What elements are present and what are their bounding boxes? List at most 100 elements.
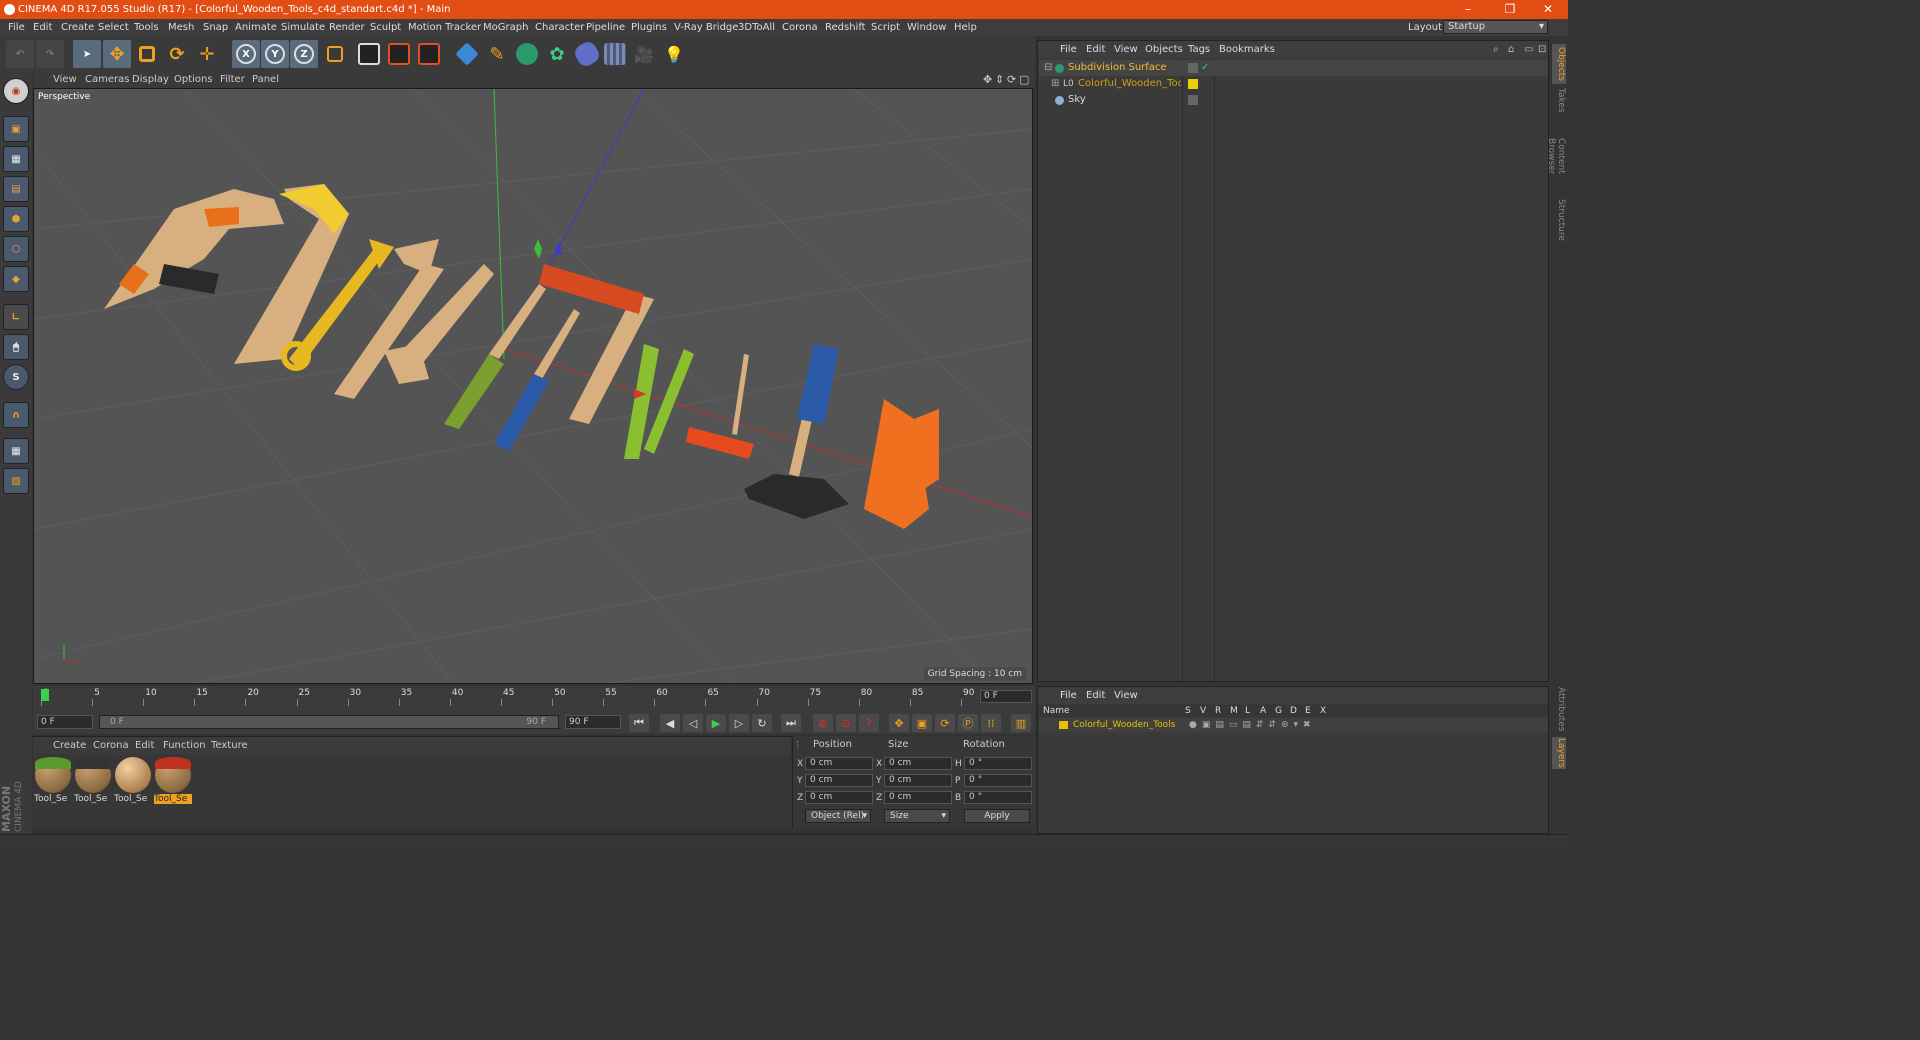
vp-move-icon[interactable]: ✥ bbox=[983, 72, 992, 88]
menu-render[interactable]: Render bbox=[329, 19, 365, 36]
tab-takes[interactable]: Takes bbox=[1552, 86, 1566, 114]
maximize-panel-icon[interactable]: ⊡ bbox=[1538, 41, 1546, 58]
object-row-sky[interactable]: Sky bbox=[1039, 92, 1548, 108]
tab-layers[interactable]: Layers bbox=[1552, 737, 1566, 769]
subdivision-surface-button[interactable] bbox=[513, 40, 541, 68]
vp-maximize-icon[interactable]: ▢ bbox=[1019, 72, 1029, 88]
mat-menu-create[interactable]: Create bbox=[53, 737, 86, 754]
apply-button[interactable]: Apply bbox=[964, 809, 1030, 823]
vp-menu-display[interactable]: Display bbox=[132, 72, 169, 88]
home-icon[interactable]: ⌂ bbox=[1508, 41, 1514, 58]
key-position-button[interactable]: ✥ bbox=[889, 714, 909, 732]
menu-edit[interactable]: Edit bbox=[33, 19, 52, 36]
menu-tools[interactable]: Tools bbox=[134, 19, 159, 36]
polygons-mode-button[interactable]: ◆ bbox=[3, 266, 29, 292]
layout-dropdown[interactable]: Startup ▾ bbox=[1443, 20, 1548, 34]
vp-dolly-icon[interactable]: ⇕ bbox=[995, 72, 1004, 88]
last-tool-button[interactable]: ✛ bbox=[193, 40, 221, 68]
coordinate-system-button[interactable] bbox=[321, 40, 349, 68]
planar-workplane-button[interactable]: ▧ bbox=[3, 468, 29, 494]
material-swatch-selected[interactable]: Tool_Se bbox=[154, 757, 192, 805]
deformer-button[interactable] bbox=[571, 38, 603, 70]
object-row-tools[interactable]: ⊞ L0 Colorful_Wooden_Tools bbox=[1039, 76, 1548, 92]
snap-button[interactable]: S bbox=[3, 364, 29, 390]
expand-icon[interactable]: ⊞ bbox=[1051, 76, 1059, 92]
axis-mode-button[interactable]: ∟ bbox=[3, 304, 29, 330]
vp-menu-options[interactable]: Options bbox=[174, 72, 213, 88]
menu-snap[interactable]: Snap bbox=[203, 19, 228, 36]
object-row-subdivision[interactable]: ⊟ Subdivision Surface ✓ bbox=[1039, 60, 1548, 76]
tab-attributes[interactable]: Attributes bbox=[1552, 686, 1566, 732]
cloner-button[interactable]: ✿ bbox=[543, 40, 571, 68]
next-frame-button[interactable]: ▷ bbox=[729, 714, 749, 732]
layer-row[interactable]: Colorful_Wooden_Tools ●▣▤▭▤⇵⇵⊛▾✖ bbox=[1039, 718, 1548, 732]
redo-button[interactable]: ↷ bbox=[36, 40, 64, 68]
minimize-button[interactable]: – bbox=[1448, 0, 1488, 19]
om-menu-file[interactable]: File bbox=[1060, 41, 1077, 58]
menu-select[interactable]: Select bbox=[98, 19, 129, 36]
next-key-button[interactable]: ↻ bbox=[752, 714, 772, 732]
rot-b-field[interactable]: 0 ° bbox=[964, 791, 1032, 804]
menu-sculpt[interactable]: Sculpt bbox=[370, 19, 401, 36]
menu-motion-tracker[interactable]: Motion Tracker bbox=[408, 19, 481, 36]
tab-content-browser[interactable]: Content Browser bbox=[1546, 120, 1566, 192]
menu-animate[interactable]: Animate bbox=[235, 19, 277, 36]
record-keys-button[interactable]: ⊘ bbox=[813, 714, 833, 732]
layer-flag-icons[interactable]: ●▣▤▭▤⇵⇵⊛▾✖ bbox=[1189, 718, 1316, 732]
range-slider[interactable]: 0 F 90 F bbox=[99, 715, 559, 729]
pos-x-field[interactable]: 0 cm bbox=[805, 757, 873, 770]
pos-z-field[interactable]: 0 cm bbox=[805, 791, 873, 804]
workplane-lock-button[interactable]: ▦ bbox=[3, 438, 29, 464]
lm-menu-file[interactable]: File bbox=[1060, 687, 1077, 704]
menu-corona[interactable]: Corona bbox=[782, 19, 818, 36]
z-axis-lock-button[interactable]: Z bbox=[290, 40, 318, 68]
vp-menu-cameras[interactable]: Cameras bbox=[85, 72, 129, 88]
key-rotation-button[interactable]: ⟳ bbox=[935, 714, 955, 732]
menu-redshift[interactable]: Redshift bbox=[825, 19, 866, 36]
menu-mograph[interactable]: MoGraph bbox=[483, 19, 528, 36]
collapse-icon[interactable]: ⊟ bbox=[1044, 60, 1052, 76]
render-view-button[interactable] bbox=[355, 40, 383, 68]
maximize-button[interactable]: ❐ bbox=[1490, 0, 1530, 19]
make-editable-button[interactable]: ◉ bbox=[3, 78, 29, 104]
menu-pipeline[interactable]: Pipeline bbox=[586, 19, 625, 36]
search-icon[interactable]: ⌕ bbox=[1493, 41, 1499, 58]
size-y-field[interactable]: 0 cm bbox=[884, 774, 952, 787]
timeline-window-button[interactable]: ▥ bbox=[1011, 714, 1031, 732]
tab-structure[interactable]: Structure bbox=[1552, 198, 1566, 242]
floor-button[interactable] bbox=[601, 40, 629, 68]
menu-create[interactable]: Create bbox=[61, 19, 94, 36]
vp-menu-filter[interactable]: Filter bbox=[220, 72, 245, 88]
rot-p-field[interactable]: 0 ° bbox=[964, 774, 1032, 787]
render-settings-button[interactable] bbox=[415, 40, 443, 68]
previous-key-button[interactable]: ◀ bbox=[660, 714, 680, 732]
menu-script[interactable]: Script bbox=[871, 19, 900, 36]
scale-tool-button[interactable] bbox=[133, 40, 161, 68]
size-mode-dropdown[interactable]: Size ▾ bbox=[884, 809, 950, 823]
pos-y-field[interactable]: 0 cm bbox=[805, 774, 873, 787]
rot-h-field[interactable]: 0 ° bbox=[964, 757, 1032, 770]
y-axis-handle-icon[interactable] bbox=[534, 239, 542, 259]
model-mode-button[interactable]: ▣ bbox=[3, 116, 29, 142]
size-x-field[interactable]: 0 cm bbox=[884, 757, 952, 770]
mat-menu-corona[interactable]: Corona bbox=[93, 737, 129, 754]
size-z-field[interactable]: 0 cm bbox=[884, 791, 952, 804]
x-axis-lock-button[interactable]: X bbox=[232, 40, 260, 68]
timeline-ruler[interactable]: 051015202530354045505560657075808590 0 F bbox=[33, 686, 1035, 712]
edges-mode-button[interactable]: ⬡ bbox=[3, 236, 29, 262]
om-menu-edit[interactable]: Edit bbox=[1086, 41, 1105, 58]
vp-rotate-icon[interactable]: ⟳ bbox=[1007, 72, 1016, 88]
vp-menu-view[interactable]: View bbox=[53, 72, 77, 88]
menu-file[interactable]: File bbox=[8, 19, 25, 36]
menu-character[interactable]: Character bbox=[535, 19, 584, 36]
autokey-button[interactable]: ⊙ bbox=[836, 714, 856, 732]
move-tool-button[interactable]: ✥ bbox=[103, 40, 131, 68]
undo-button[interactable]: ↶ bbox=[6, 40, 34, 68]
camera-button[interactable]: 🎥 bbox=[630, 40, 658, 68]
rotate-tool-button[interactable]: ⟳ bbox=[163, 40, 191, 68]
om-menu-view[interactable]: View bbox=[1114, 41, 1138, 58]
play-button[interactable]: ▶ bbox=[706, 714, 726, 732]
y-axis-lock-button[interactable]: Y bbox=[261, 40, 289, 68]
light-button[interactable]: 💡 bbox=[660, 40, 688, 68]
key-parameter-button[interactable]: Ⓟ bbox=[958, 714, 978, 732]
